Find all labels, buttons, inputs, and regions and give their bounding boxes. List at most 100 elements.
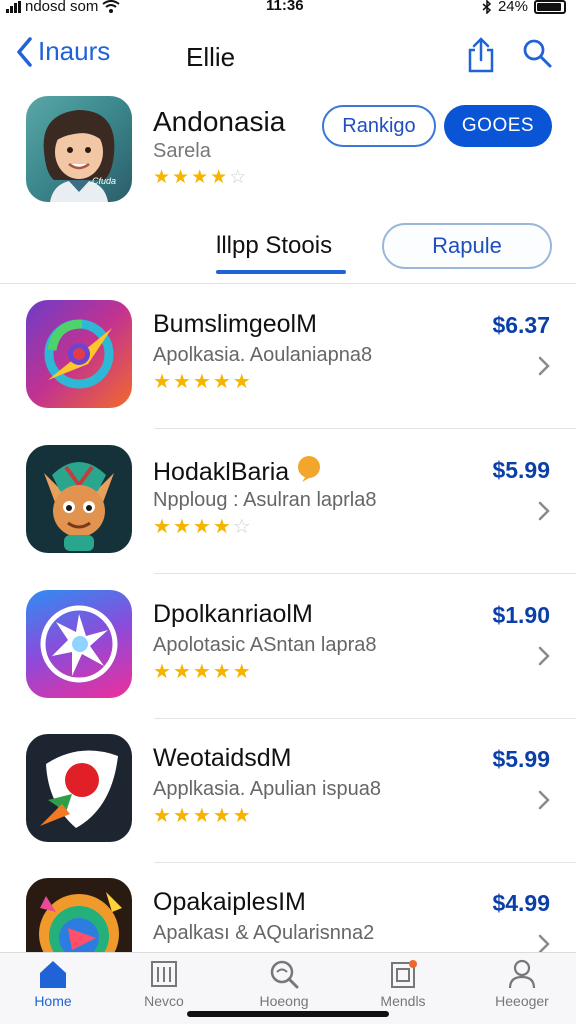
search-icon	[270, 960, 299, 989]
compass-swirl-icon	[26, 300, 132, 408]
star-icon: ★	[192, 805, 211, 827]
star-icon: ★	[232, 661, 251, 683]
home-indicator[interactable]	[187, 1011, 389, 1017]
carrier-info: ndosd som	[6, 0, 120, 15]
price-label[interactable]: $5.99	[492, 746, 550, 773]
app-subtitle: Sarela	[153, 140, 211, 162]
app-title: HodaklBaria	[153, 455, 322, 487]
portrait-icon	[43, 110, 115, 202]
back-button[interactable]: Inaurs	[16, 36, 110, 67]
app-name: Andonasia	[153, 106, 286, 137]
tab-underline	[216, 270, 346, 274]
tab-label: Home	[34, 993, 72, 1009]
rankings-button[interactable]: Rankigo	[322, 105, 436, 147]
tab-rapule[interactable]: Rapule	[382, 223, 552, 269]
star-icon: ★	[172, 805, 191, 827]
app-title: DpolkanriaolM	[153, 600, 313, 628]
list-item[interactable]: BumslimgeolM Apolkasia. Aoulaniapna8 ★ ★ ★…	[0, 284, 576, 429]
star-icon: ★	[153, 516, 171, 538]
star-icon: ☆	[229, 167, 247, 188]
clock: 11:36	[266, 0, 304, 14]
app-category: Npploug : Asulran laprla8	[153, 489, 377, 511]
price-label[interactable]: $5.99	[492, 457, 550, 484]
chevron-right-icon	[538, 501, 550, 521]
speech-bubble-icon	[298, 456, 321, 482]
rating-stars: ★ ★ ★ ★ ☆	[153, 168, 246, 187]
chevron-left-icon	[17, 36, 32, 67]
app-category: Apolkasia. Aoulaniapna8	[153, 344, 373, 366]
app-category: Applkasia. Apulian ispua8	[153, 778, 381, 800]
star-icon: ★	[153, 371, 171, 393]
chevron-right-icon	[538, 790, 550, 810]
clipboard-icon	[391, 960, 417, 988]
avatar-badge-text: Cfuda	[92, 176, 117, 186]
tab-label: Mendls	[380, 993, 426, 1009]
price-label[interactable]: $6.37	[492, 312, 550, 339]
star-icon: ★	[153, 661, 171, 683]
app-avatar[interactable]: Cfuda	[26, 96, 132, 202]
star-icon: ★	[212, 516, 231, 538]
list-item[interactable]: WeotaidsdM Applkasia. Apulian ispua8 ★ ★ ★…	[0, 718, 576, 863]
signal-icon	[6, 0, 21, 13]
app-title: BumslimgeolM	[153, 310, 317, 338]
tab-label: Nevco	[144, 993, 184, 1009]
price-label[interactable]: $4.99	[492, 890, 550, 917]
status-bar: ndosd som 11:36 24%	[0, 0, 576, 18]
rating-stars: ★ ★ ★ ★ ☆	[153, 517, 251, 537]
tab-app-stores[interactable]: lllpp Stoois	[216, 232, 332, 260]
chevron-right-icon	[538, 934, 550, 954]
tab-label: Heeoger	[495, 993, 549, 1009]
star-icon: ★	[172, 167, 190, 188]
person-icon	[508, 959, 536, 989]
search-icon[interactable]	[522, 38, 552, 68]
app-title: WeotaidsdM	[153, 744, 292, 772]
star-icon: ☆	[232, 516, 251, 538]
wifi-icon	[102, 0, 120, 13]
mascot-creature-icon	[26, 445, 132, 553]
list-item[interactable]: HodaklBaria Npploug : Asulran laprla8 ★ ★…	[0, 429, 576, 574]
battery-percent: 24%	[497, 0, 528, 15]
battery-icon	[534, 0, 566, 14]
list-item[interactable]: DpolkanriaolM Apolotasic ASntan lapra8 ★…	[0, 574, 576, 719]
star-icon: ★	[153, 805, 171, 827]
app-category: Apalkası & AQularisnna2	[153, 922, 375, 944]
news-icon	[151, 961, 177, 987]
star-icon: ★	[232, 805, 251, 827]
page-title: Ellie	[186, 42, 236, 72]
star-icon: ★	[212, 661, 231, 683]
rating-stars: ★★★★★	[153, 806, 251, 826]
red-ball-leaf-icon	[26, 734, 132, 842]
star-icon: ★	[192, 661, 211, 683]
tab-profile[interactable]: Heeoger	[482, 959, 562, 1019]
bluetooth-icon	[482, 0, 492, 14]
carrier-label: ndosd som	[25, 0, 99, 15]
star-icon: ★	[210, 167, 228, 188]
star-icon: ★	[191, 167, 209, 188]
navigation-bar: Inaurs Ellie	[0, 30, 576, 80]
tab-news[interactable]: Nevco	[124, 959, 204, 1019]
price-label[interactable]: $1.90	[492, 602, 550, 629]
get-button[interactable]: GOOES	[444, 105, 552, 147]
status-right: 24%	[482, 0, 566, 15]
star-icon: ★	[153, 167, 171, 188]
rating-stars: ★★★★★	[153, 372, 251, 392]
star-icon: ★	[172, 661, 191, 683]
home-icon	[40, 961, 66, 988]
star-icon: ★	[172, 516, 191, 538]
star-icon: ★	[172, 371, 191, 393]
starburst-compass-icon	[26, 590, 132, 698]
app-header: Cfuda Andonasia Sarela ★ ★ ★ ★ ☆ Rankigo GOO…	[0, 96, 576, 206]
segment-tabs: lllpp Stoois Rapule	[0, 222, 576, 284]
tab-home[interactable]: Home	[13, 959, 93, 1019]
chevron-right-icon	[538, 356, 550, 376]
star-icon: ★	[192, 516, 211, 538]
rating-stars: ★★★★★	[153, 662, 251, 682]
tab-updates[interactable]: Mendls	[363, 959, 443, 1019]
star-icon: ★	[192, 371, 211, 393]
star-icon: ★	[232, 371, 251, 393]
back-label: Inaurs	[38, 36, 111, 66]
app-title: OpakaiplesIM	[153, 888, 306, 916]
tab-search[interactable]: Hoeong	[244, 959, 324, 1019]
tab-label: Hoeong	[259, 993, 309, 1009]
share-icon[interactable]	[466, 36, 496, 74]
